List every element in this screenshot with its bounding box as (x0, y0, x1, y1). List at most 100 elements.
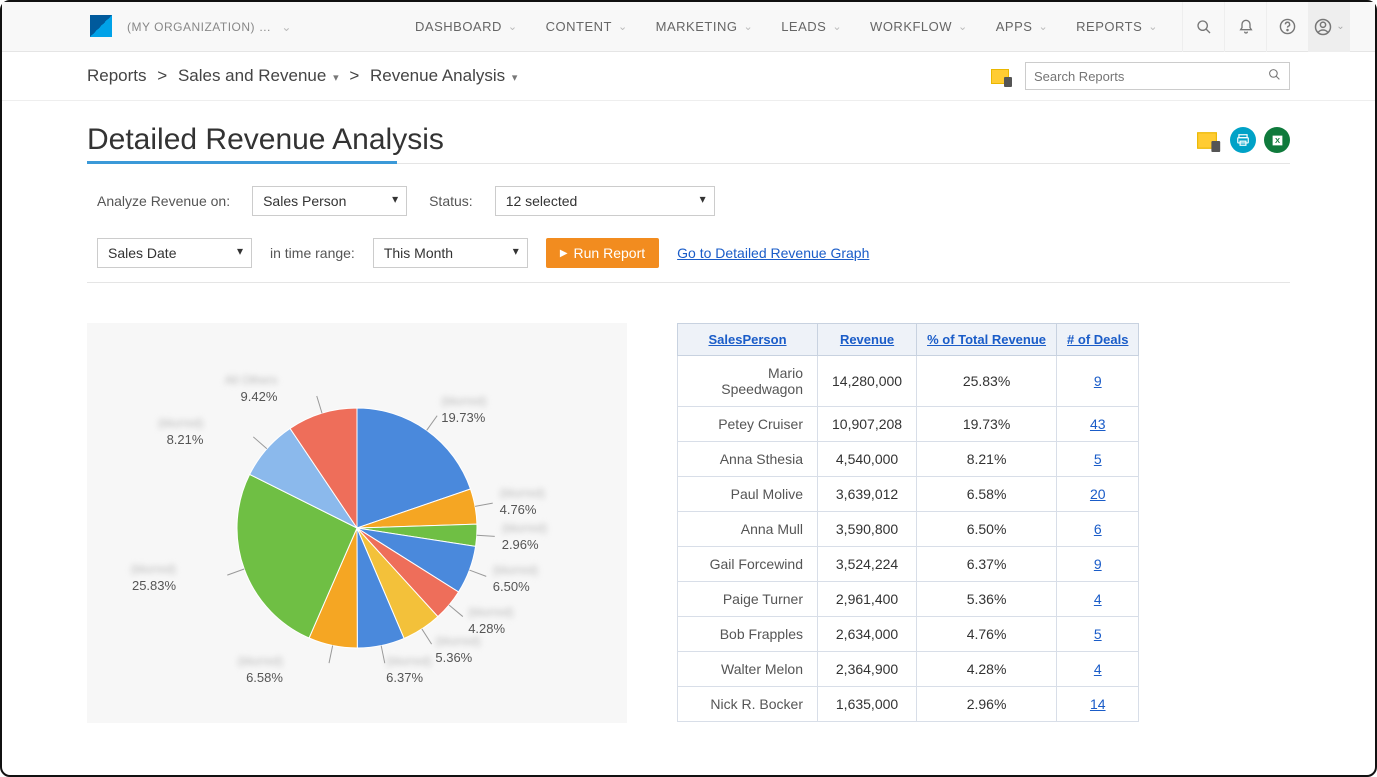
cell-revenue: 1,635,000 (818, 687, 917, 722)
cell-deals: 4 (1057, 582, 1139, 617)
cell-pct: 8.21% (917, 442, 1057, 477)
cell-deals: 6 (1057, 512, 1139, 547)
breadcrumb-page[interactable]: Revenue Analysis ▾ (370, 66, 517, 85)
nav-reports[interactable]: REPORTS⌄ (1062, 2, 1172, 52)
cell-salesperson: Walter Melon (678, 652, 818, 687)
user-menu[interactable]: ⌄ (1308, 2, 1350, 52)
chevron-down-icon: ⌄ (281, 20, 292, 34)
nav-leads[interactable]: LEADS⌄ (767, 2, 856, 52)
nav-apps[interactable]: APPS⌄ (982, 2, 1062, 52)
analyze-on-select[interactable]: Sales Person (252, 186, 407, 216)
export-excel-button[interactable]: X (1264, 127, 1290, 153)
table-row: Anna Mull3,590,8006.50% 6 (678, 512, 1139, 547)
deals-link[interactable]: 6 (1094, 521, 1102, 537)
cell-pct: 6.50% (917, 512, 1057, 547)
nav-workflow[interactable]: WORKFLOW⌄ (856, 2, 982, 52)
revenue-pie-chart: (blurred)19.73%(blurred)4.76%(blurred)2.… (87, 323, 627, 723)
chevron-down-icon: ▾ (512, 72, 518, 84)
table-row: Nick R. Bocker1,635,0002.96%14 (678, 687, 1139, 722)
cell-salesperson: Paige Turner (678, 582, 818, 617)
cell-revenue: 10,907,208 (818, 407, 917, 442)
cell-revenue: 3,639,012 (818, 477, 917, 512)
chevron-down-icon: ⌄ (832, 20, 842, 33)
deals-link[interactable]: 20 (1090, 486, 1106, 502)
nav-content[interactable]: CONTENT⌄ (532, 2, 642, 52)
cell-pct: 4.76% (917, 617, 1057, 652)
analyze-on-label: Analyze Revenue on: (97, 193, 230, 209)
deals-link[interactable]: 14 (1090, 696, 1106, 712)
column-header[interactable]: % of Total Revenue (917, 324, 1057, 356)
breadcrumb-section[interactable]: Sales and Revenue ▾ (178, 66, 339, 85)
deals-link[interactable]: 43 (1090, 416, 1106, 432)
search-reports[interactable] (1025, 62, 1290, 90)
search-icon[interactable] (1182, 2, 1224, 52)
date-field-select[interactable]: Sales Date (97, 238, 252, 268)
deals-link[interactable]: 5 (1094, 626, 1102, 642)
folder-tag-icon[interactable] (991, 69, 1009, 84)
print-button[interactable] (1230, 127, 1256, 153)
deals-link[interactable]: 5 (1094, 451, 1102, 467)
bell-icon[interactable] (1224, 2, 1266, 52)
nav-marketing[interactable]: MARKETING⌄ (642, 2, 768, 52)
table-row: Paige Turner2,961,4005.36% 4 (678, 582, 1139, 617)
org-switcher[interactable]: (MY ORGANIZATION) …⌄ (127, 20, 292, 34)
chevron-down-icon: ⌄ (1038, 20, 1048, 33)
table-row: Paul Molive3,639,0126.58%20 (678, 477, 1139, 512)
detailed-graph-link[interactable]: Go to Detailed Revenue Graph (677, 245, 869, 261)
search-icon[interactable] (1268, 68, 1281, 84)
cell-salesperson: Anna Sthesia (678, 442, 818, 477)
pie-slice-label: (blurred)25.83% (131, 562, 176, 593)
cell-salesperson: Gail Forcewind (678, 547, 818, 582)
deals-link[interactable]: 9 (1094, 556, 1102, 572)
deals-link[interactable]: 4 (1094, 591, 1102, 607)
cell-pct: 19.73% (917, 407, 1057, 442)
cell-revenue: 14,280,000 (818, 356, 917, 407)
cell-pct: 5.36% (917, 582, 1057, 617)
report-body: (blurred)19.73%(blurred)4.76%(blurred)2.… (87, 283, 1290, 723)
svg-text:X: X (1274, 136, 1279, 145)
cell-pct: 2.96% (917, 687, 1057, 722)
pie-slice-label: All Others9.42% (225, 373, 278, 404)
pie-slice-label: (blurred)4.76% (500, 486, 545, 517)
pie-slice-label: (blurred)6.50% (493, 563, 538, 594)
revenue-table-wrap: SalesPersonRevenue% of Total Revenue# of… (677, 323, 1139, 723)
cell-pct: 6.37% (917, 547, 1057, 582)
column-header[interactable]: # of Deals (1057, 324, 1139, 356)
chevron-down-icon: ⌄ (618, 20, 628, 33)
folder-tag-icon[interactable] (1197, 132, 1217, 149)
column-header[interactable]: Revenue (818, 324, 917, 356)
nav-dashboard[interactable]: DASHBOARD⌄ (401, 2, 532, 52)
cell-revenue: 2,364,900 (818, 652, 917, 687)
deals-link[interactable]: 4 (1094, 661, 1102, 677)
cell-pct: 25.83% (917, 356, 1057, 407)
table-row: Bob Frapples2,634,0004.76%5 (678, 617, 1139, 652)
help-icon[interactable] (1266, 2, 1308, 52)
cell-revenue: 2,961,400 (818, 582, 917, 617)
cell-salesperson: Anna Mull (678, 512, 818, 547)
chevron-down-icon: ▾ (333, 72, 339, 84)
status-select[interactable]: 12 selected (495, 186, 715, 216)
breadcrumb-root[interactable]: Reports (87, 66, 147, 85)
pie-slice-label: (blurred)19.73% (441, 394, 486, 425)
cell-pct: 6.58% (917, 477, 1057, 512)
deals-link[interactable]: 9 (1094, 373, 1102, 389)
search-input[interactable] (1034, 69, 1268, 84)
table-row: Mario Speedwagon14,280,00025.83% 9 (678, 356, 1139, 407)
run-report-button[interactable]: Run Report (546, 238, 659, 268)
pie-slice-label: (blurred)8.21% (158, 416, 203, 447)
column-header[interactable]: SalesPerson (678, 324, 818, 356)
top-navbar: (MY ORGANIZATION) …⌄ DASHBOARD⌄CONTENT⌄M… (2, 2, 1375, 52)
table-row: Walter Melon2,364,9004.28% 4 (678, 652, 1139, 687)
cell-salesperson: Mario Speedwagon (678, 356, 818, 407)
status-label: Status: (429, 193, 473, 209)
cell-deals: 5 (1057, 442, 1139, 477)
table-row: Gail Forcewind3,524,2246.37%9 (678, 547, 1139, 582)
revenue-table: SalesPersonRevenue% of Total Revenue# of… (677, 323, 1139, 722)
time-range-select[interactable]: This Month (373, 238, 528, 268)
cell-deals: 4 (1057, 652, 1139, 687)
cell-revenue: 3,590,800 (818, 512, 917, 547)
cell-pct: 4.28% (917, 652, 1057, 687)
app-logo (90, 15, 112, 37)
pie-slice-label: (blurred)6.58% (238, 654, 283, 685)
cell-salesperson: Petey Cruiser (678, 407, 818, 442)
